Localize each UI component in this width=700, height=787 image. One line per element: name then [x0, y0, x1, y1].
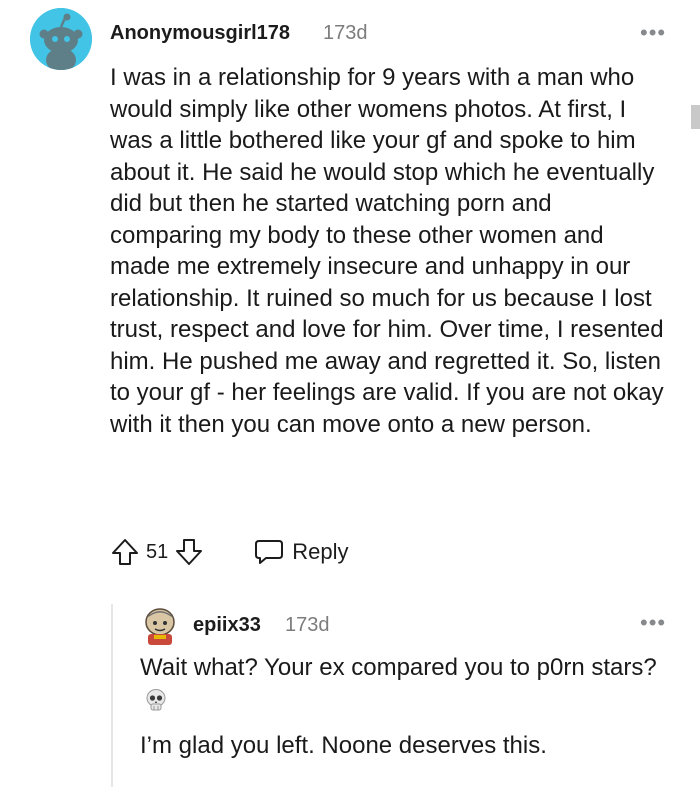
reply-text-1: Wait what? Your ex compared you to p0rn … — [140, 654, 657, 681]
thread-line[interactable] — [111, 604, 113, 787]
more-options-icon[interactable]: ••• — [640, 20, 666, 46]
comment-author[interactable]: Anonymousgirl178 — [110, 22, 290, 45]
snoo-avatar-icon — [30, 8, 92, 70]
reply-label: Reply — [292, 539, 349, 564]
comment-age: 173d — [323, 22, 368, 44]
comment-body: I was in a relationship for 9 years with… — [110, 64, 664, 438]
reply-author[interactable]: epiix33 — [193, 614, 261, 637]
reply-avatar[interactable] — [140, 604, 180, 646]
vote-score: 51 — [146, 540, 169, 563]
comment-actions: 51 Reply — [110, 532, 349, 572]
avatar[interactable] — [30, 8, 92, 70]
reply-paragraph-2: I’m glad you left. Noone deserves this. — [140, 732, 547, 759]
reply-paragraph-1: Wait what? Your ex compared you to p0rn … — [140, 652, 680, 716]
upvote-arrow-icon[interactable] — [110, 537, 140, 567]
downvote-arrow-icon[interactable] — [174, 537, 204, 567]
reply-body: Wait what? Your ex compared you to p0rn … — [140, 652, 680, 776]
reply-age: 173d — [285, 614, 330, 636]
scrollbar-thumb[interactable] — [691, 105, 700, 129]
reply-button[interactable]: Reply — [254, 538, 349, 566]
speech-bubble-icon — [255, 540, 284, 564]
character-avatar-icon — [145, 608, 175, 645]
reply-more-options-icon[interactable]: ••• — [640, 610, 666, 636]
skull-emoji-icon — [146, 689, 166, 711]
